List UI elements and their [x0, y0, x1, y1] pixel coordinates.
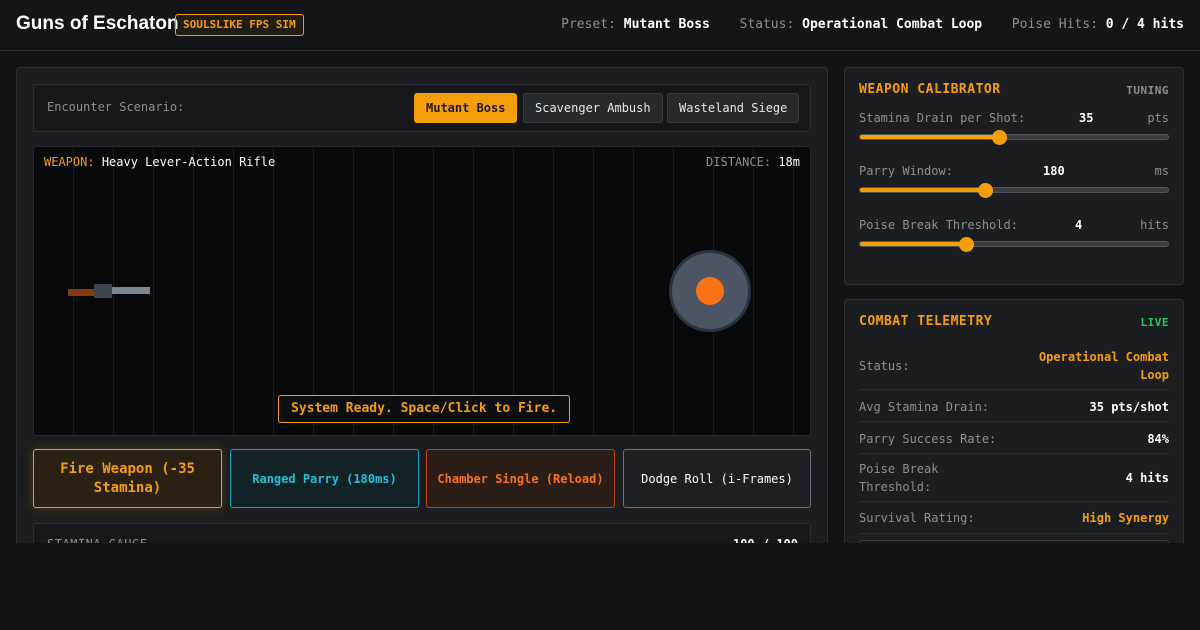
slider-label: Stamina Drain per Shot:	[859, 111, 1026, 125]
combat-arena[interactable]: WEAPON: Heavy Lever-Action Rifle DISTANC…	[33, 146, 811, 436]
weapon-calibrator-panel: WEAPON CALIBRATOR TUNING Stamina Drain p…	[844, 67, 1184, 285]
slider-value: 35	[1079, 111, 1094, 125]
slider-unit: hits	[1140, 218, 1169, 232]
telemetry-row-status: Status: Operational Combat Loop	[859, 348, 1169, 390]
mode-badge: SOULSLIKE FPS SIM	[175, 14, 304, 36]
slider-unit: pts	[1147, 111, 1169, 125]
viewport-bottom	[0, 543, 1200, 630]
header-stats: Preset: Mutant Boss Status: Operational …	[561, 17, 1184, 32]
preset-value: Mutant Boss	[623, 17, 710, 32]
slider-thumb[interactable]	[977, 183, 993, 198]
distance-readout: DISTANCE: 18m	[706, 155, 800, 169]
poise-key: Poise Hits:	[1011, 17, 1098, 32]
telemetry-key: Poise Break Threshold:	[859, 462, 939, 494]
scenario-label: Encounter Scenario:	[47, 100, 185, 114]
telemetry-value: 84%	[1147, 432, 1169, 446]
live-badge: LIVE	[1140, 316, 1169, 329]
slider-label: Parry Window:	[859, 164, 953, 178]
stamina-drain-slider[interactable]	[859, 130, 1169, 145]
status-value: Operational Combat Loop	[802, 17, 983, 32]
distance-key: DISTANCE:	[706, 155, 772, 169]
poise-value: 0 / 4 hits	[1105, 17, 1184, 32]
dodge-roll-button[interactable]: Dodge Roll (i-Frames)	[623, 449, 811, 508]
weapon-key: WEAPON:	[44, 155, 95, 169]
telemetry-title: COMBAT TELEMETRY	[859, 314, 993, 329]
telemetry-key: Avg Stamina Drain:	[859, 400, 990, 414]
scenario-wasteland-siege-button[interactable]: Wasteland Siege	[667, 93, 800, 123]
scenario-bar: Encounter Scenario: Mutant Boss Scavenge…	[33, 84, 811, 132]
app-title: Guns of Eschaton	[16, 13, 179, 34]
ranged-parry-button[interactable]: Ranged Parry (180ms)	[230, 449, 419, 508]
chamber-reload-button[interactable]: Chamber Single (Reload)	[426, 449, 615, 508]
scenario-scavenger-ambush-button[interactable]: Scavenger Ambush	[523, 93, 663, 123]
system-status-message: System Ready. Space/Click to Fire.	[278, 395, 571, 423]
preset-key: Preset:	[561, 17, 616, 32]
calibrator-title: WEAPON CALIBRATOR	[859, 82, 1001, 97]
poise-threshold-slider-row: Poise Break Threshold: 4 hits	[859, 218, 1169, 258]
rifle-icon	[68, 283, 150, 299]
weapon-name: Heavy Lever-Action Rifle	[101, 155, 276, 169]
fire-weapon-button[interactable]: Fire Weapon (-35 Stamina)	[33, 449, 222, 508]
slider-unit: ms	[1154, 164, 1169, 178]
stamina-drain-slider-row: Stamina Drain per Shot: 35 pts	[859, 111, 1169, 151]
slider-thumb[interactable]	[959, 237, 975, 252]
telemetry-key: Parry Success Rate:	[859, 432, 997, 446]
weapon-readout: WEAPON: Heavy Lever-Action Rifle	[44, 155, 275, 169]
poise-threshold-slider[interactable]	[859, 237, 1169, 252]
top-header: Guns of Eschaton SOULSLIKE FPS SIM Prese…	[0, 0, 1200, 51]
status-key: Status:	[739, 17, 795, 32]
telemetry-value: High Synergy	[1082, 511, 1169, 525]
telemetry-key: Survival Rating:	[859, 511, 975, 525]
combat-panel: Encounter Scenario: Mutant Boss Scavenge…	[16, 67, 828, 567]
slider-value: 180	[1043, 164, 1065, 178]
slider-label: Poise Break Threshold:	[859, 218, 1018, 232]
telemetry-row-poise-threshold: Poise Break Threshold: 4 hits	[859, 454, 1169, 502]
parry-window-slider-row: Parry Window: 180 ms	[859, 164, 1169, 204]
calibrator-tag: TUNING	[1126, 84, 1169, 97]
telemetry-row-stamina-drain: Avg Stamina Drain: 35 pts/shot	[859, 390, 1169, 422]
telemetry-key: Status:	[859, 359, 910, 373]
combat-telemetry-panel: COMBAT TELEMETRY LIVE Status: Operationa…	[844, 299, 1184, 567]
parry-window-slider[interactable]	[859, 183, 1169, 198]
enemy-core	[696, 277, 724, 305]
telemetry-row-survival-rating: Survival Rating: High Synergy	[859, 502, 1169, 534]
telemetry-value: 35 pts/shot	[1089, 400, 1169, 414]
telemetry-value: Operational Combat Loop	[1038, 350, 1169, 382]
telemetry-value: 4 hits	[1125, 471, 1169, 485]
telemetry-row-parry-rate: Parry Success Rate: 84%	[859, 422, 1169, 454]
distance-value: 18m	[778, 155, 800, 169]
slider-value: 4	[1075, 218, 1083, 232]
slider-thumb[interactable]	[991, 130, 1007, 145]
enemy-target-icon[interactable]	[669, 250, 751, 332]
scenario-mutant-boss-button[interactable]: Mutant Boss	[414, 93, 518, 123]
